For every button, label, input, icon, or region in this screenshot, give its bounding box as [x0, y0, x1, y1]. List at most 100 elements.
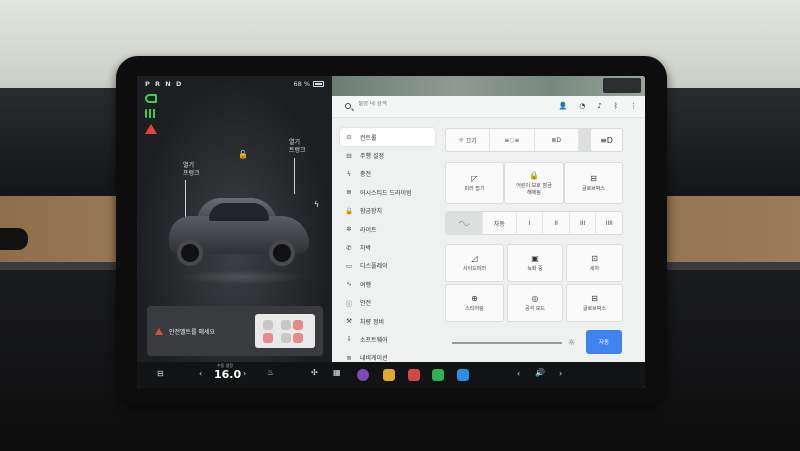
menu-item-0[interactable]: ⊙ 컨트롤 — [340, 128, 435, 147]
wiper-selector: ◠◡ 자동 I II III IIII — [445, 211, 623, 235]
seat-driver — [263, 320, 273, 330]
glovebox-button[interactable]: ⊟ 글로브박스 — [564, 162, 623, 204]
wiper-icon: ◠◡ — [458, 219, 470, 227]
seat-rear-middle — [293, 320, 303, 330]
wiper-speed-3[interactable]: III — [570, 212, 597, 234]
open-frunk-button[interactable]: 열기 프렁크 — [183, 162, 200, 178]
low-beam-icon: ≣D — [551, 136, 561, 144]
menu-item-1[interactable]: ⊟ 주행 설정 — [340, 146, 435, 164]
menu-item-2[interactable]: ϟ 충전 — [340, 165, 435, 183]
floor-reflection — [177, 270, 307, 284]
battery-icon — [313, 81, 324, 87]
menu-item-5[interactable]: ✲ 라이트 — [340, 220, 435, 238]
next-chevron-icon[interactable]: › — [559, 369, 562, 378]
seat-mode-button[interactable]: ◎ 공석 모드 — [507, 284, 563, 322]
gallery-app-icon[interactable] — [383, 369, 395, 381]
menu-item-9[interactable]: ⓘ 안전 — [340, 294, 435, 312]
games-app-icon[interactable] — [408, 369, 420, 381]
car-wash-icon: ⊡ — [591, 254, 598, 263]
side-mirror-button[interactable]: ◿ 사이드미러 — [445, 244, 504, 282]
brightness-slider[interactable] — [452, 342, 562, 344]
seat-occupancy-map — [255, 314, 315, 348]
menu-item-7[interactable]: ▭ 디스플레이 — [340, 257, 435, 275]
gear-indicator: P R N D — [145, 80, 183, 88]
bolt-icon: ϟ — [346, 169, 352, 178]
menu-item-10[interactable]: ⚒ 차량 정비 — [340, 312, 435, 330]
glovebox-grid-button[interactable]: ⊟ 글로브박스 — [566, 284, 623, 322]
signal-icon: ⋮ — [630, 102, 637, 110]
front-wheel — [177, 240, 203, 266]
temp-down-chevron-icon[interactable]: ‹ — [199, 369, 202, 378]
map-preview[interactable] — [332, 76, 645, 96]
car-windows — [209, 203, 269, 221]
open-trunk-button[interactable]: 열기 트렁크 — [289, 139, 306, 155]
wiper-speed-2[interactable]: II — [543, 212, 570, 234]
rear-wheel — [269, 240, 295, 266]
menu-item-6[interactable]: ✆ 차박 — [340, 238, 435, 256]
seat-rear-right — [281, 333, 291, 343]
volume-icon[interactable]: 🔊 — [535, 368, 545, 377]
alert-message: 안전벨트를 매세요 — [169, 329, 216, 336]
auto-brightness-button[interactable]: 자동 — [586, 330, 622, 354]
camera-app-icon[interactable] — [357, 369, 369, 381]
taskbar: ⊟ ‹ 수동 설정 16.0 › ♨ ✣ ▦ ‹ 🔊 › — [137, 362, 645, 388]
target-icon: ◎ — [531, 294, 539, 303]
menu-item-label: 충전 — [360, 171, 372, 179]
headlight-icon — [145, 94, 157, 103]
wiper-speed-1[interactable]: I — [517, 212, 544, 234]
touchscreen: P R N D 68 % 열기 프렁크 🔓 열기 트렁크 ϟ 안전벨트를 매세요 — [137, 76, 645, 388]
dashcam-button[interactable]: ▣ 녹화 중 — [507, 244, 563, 282]
menu-item-8[interactable]: ∿ 여행 — [340, 275, 435, 293]
child-lock-icon: 🔒 — [529, 170, 539, 180]
menu-item-label: 어시스티드 드라이빙 — [360, 189, 412, 197]
menu-item-label: 차량 정비 — [360, 318, 384, 326]
parking-lights-option[interactable]: ≡◌≡ — [490, 129, 535, 151]
profile-icon[interactable]: 👤 — [559, 102, 568, 110]
menu-item-3[interactable]: ⊕ 어시스티드 드라이빙 — [340, 183, 435, 201]
seatbelt-alert: 안전벨트를 매세요 — [147, 306, 323, 356]
bluetooth-app-icon[interactable] — [457, 369, 469, 381]
search-icon[interactable] — [345, 103, 351, 109]
menu-item-label: 잠금장치 — [360, 208, 383, 216]
car-wash-button[interactable]: ⊡ 세차 — [566, 244, 623, 282]
steering-icon: ⊕ — [346, 188, 352, 197]
lights-off-option[interactable]: ☼ 끄기 — [446, 129, 491, 151]
high-beam-button[interactable]: ≡D — [590, 128, 623, 152]
warning-icon — [155, 328, 163, 335]
wiper-speed-4[interactable]: IIII — [596, 212, 622, 234]
seat-heater-icon[interactable]: ♨ — [267, 368, 274, 377]
lock-icon[interactable]: 🔓 — [238, 150, 248, 159]
status-icons: 👤 ◔ ♪ ᛒ ⋮ — [559, 102, 638, 110]
temperature-value[interactable]: 16.0 — [214, 368, 241, 381]
fan-icon[interactable]: ✣ — [311, 368, 318, 377]
parking-light-icon: ≡◌≡ — [504, 136, 520, 144]
air-vent — [0, 228, 28, 250]
low-beam-option[interactable]: ≣D — [535, 129, 579, 151]
defrost-icon[interactable]: ▦ — [333, 368, 341, 377]
clock-icon[interactable]: ◔ — [579, 102, 585, 110]
steering-button[interactable]: ⊕ 스티어링 — [445, 284, 504, 322]
car-icon[interactable]: ⊟ — [157, 369, 164, 378]
menu-item-label: 소프트웨어 — [360, 336, 388, 344]
trip-icon: ∿ — [346, 280, 352, 289]
safety-icon: ⓘ — [345, 299, 353, 308]
search-input[interactable] — [358, 101, 478, 107]
bell-icon[interactable]: ♪ — [597, 102, 601, 110]
map-badge — [603, 78, 641, 93]
bluetooth-icon[interactable]: ᛒ — [614, 102, 618, 110]
wiper-off-option[interactable]: ◠◡ — [446, 212, 483, 234]
energy-app-icon[interactable] — [432, 369, 444, 381]
battery-percent: 68 % — [293, 80, 310, 88]
menu-item-4[interactable]: 🔒 잠금장치 — [340, 202, 435, 220]
prev-chevron-icon[interactable]: ‹ — [517, 369, 520, 378]
child-lock-button[interactable]: 🔒 어린이 보호 잠금 해제됨 — [504, 162, 564, 204]
menu-item-label: 차박 — [360, 245, 372, 253]
fold-mirrors-button[interactable]: ◸ 미러 접기 — [445, 162, 504, 204]
seat-rear-left — [281, 320, 291, 330]
dashcam-icon: ▣ — [531, 254, 539, 263]
menu-item-label: 주행 설정 — [360, 153, 384, 161]
lock-icon: 🔒 — [345, 206, 354, 215]
wiper-auto-option[interactable]: 자동 — [483, 212, 517, 234]
menu-item-11[interactable]: ⇩ 소프트웨어 — [340, 330, 435, 348]
temp-up-chevron-icon[interactable]: › — [243, 369, 246, 378]
